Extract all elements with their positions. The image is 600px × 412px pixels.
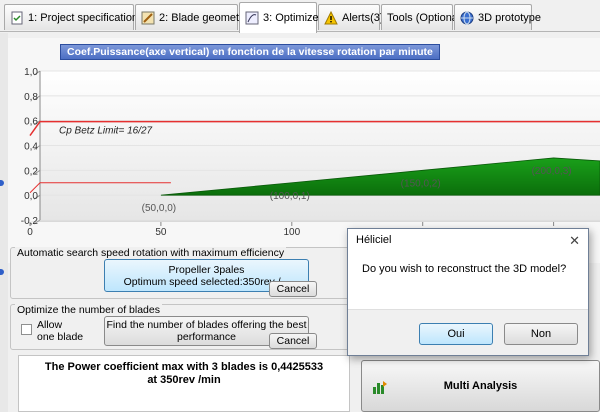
left-edge (0, 33, 8, 412)
optimize-blades-group: Optimize the number of blades Allow one … (10, 304, 350, 350)
close-icon[interactable]: ✕ (569, 233, 580, 249)
edge-marker (0, 269, 4, 275)
dialog-titlebar: Héliciel ✕ (348, 229, 588, 253)
allow-one-blade-checkbox[interactable] (21, 324, 32, 335)
dialog-title: Héliciel (356, 234, 392, 246)
tab-3d-prototype[interactable]: 3D prototype (454, 4, 541, 30)
optimize-blades-legend: Optimize the number of blades (15, 304, 162, 316)
cancel-label: Cancel (276, 335, 310, 347)
optimum-speed-text: Optimum speed selected:350rev /... (123, 275, 290, 288)
tab-label: 1: Project specifications (28, 11, 144, 24)
find-blades-line: performance (177, 331, 236, 343)
betz-limit-label: Cp Betz Limit= 16/27 (59, 126, 153, 137)
globe-icon (460, 11, 474, 25)
y-tick-label: 0,4 (24, 142, 38, 153)
tab-label: 2: Blade geometry (159, 11, 249, 24)
multi-analysis-button[interactable]: Multi Analysis (361, 360, 600, 412)
cancel-button[interactable]: Cancel (269, 333, 317, 349)
point-label: (200,0,3) (532, 166, 572, 177)
point-label: (100,0,1) (270, 191, 310, 202)
cancel-label: Cancel (276, 283, 310, 295)
auto-search-legend: Automatic search speed rotation with max… (15, 247, 287, 259)
y-tick-label: 0,8 (24, 92, 38, 103)
y-tick-label: 0,2 (24, 166, 38, 177)
result-line: at 350rev /min (147, 374, 221, 386)
blade-icon (141, 11, 155, 25)
dialog-message: Do you wish to reconstruct the 3D model? (362, 263, 567, 275)
document-check-icon (10, 11, 24, 25)
propeller-name: Propeller 3pales (168, 263, 245, 276)
tab-optimize[interactable]: 3: Optimize (239, 2, 319, 33)
checkbox-label-line: one blade (37, 331, 84, 343)
tab-project-specifications[interactable]: 1: Project specifications (4, 4, 144, 30)
yes-button[interactable]: Oui (419, 323, 493, 345)
tab-label: 3D prototype (478, 11, 541, 24)
tab-label: Tools (Optional) (387, 11, 465, 24)
auto-search-group: Automatic search speed rotation with max… (10, 247, 350, 299)
cancel-button[interactable]: Cancel (269, 281, 317, 297)
point-label: (150,0,2) (401, 178, 441, 189)
chart-title: Coef.Puissance(axe vertical) en fonction… (60, 44, 440, 60)
allow-one-blade-label: Allow one blade (37, 319, 83, 343)
tab-alerts[interactable]: Alerts(3) (318, 4, 384, 30)
edge-marker (0, 180, 4, 186)
result-textbox: The Power coefficient max with 3 blades … (18, 355, 350, 412)
checkbox-label-line: Allow (37, 319, 63, 331)
reconstruct-dialog: Héliciel ✕ Do you wish to reconstruct th… (347, 228, 589, 356)
x-tick-label: 0 (27, 227, 33, 238)
point-label: (50,0,0) (142, 203, 176, 214)
tab-blade-geometry[interactable]: 2: Blade geometry (135, 4, 248, 30)
x-tick-label: 50 (155, 227, 167, 238)
optimize-icon (245, 11, 259, 25)
find-blades-line: Find the number of blades offering the b… (106, 319, 307, 331)
x-tick-label: 100 (283, 227, 300, 238)
result-line: The Power coefficient max with 3 blades … (44, 361, 324, 373)
tab-label: Alerts(3) (342, 11, 384, 24)
warning-icon (324, 10, 338, 25)
tab-tools-optional[interactable]: Tools (Optional) (381, 4, 464, 30)
tab-bar: 1: Project specifications 2: Blade geome… (0, 0, 600, 33)
y-tick-label: 1,0 (24, 67, 38, 78)
y-tick-label: 0,0 (24, 191, 38, 202)
dialog-footer: Oui Non (348, 309, 588, 355)
no-button[interactable]: Non (504, 323, 578, 345)
tab-label: 3: Optimize (263, 12, 319, 24)
multi-analysis-label: Multi Analysis (443, 380, 518, 392)
